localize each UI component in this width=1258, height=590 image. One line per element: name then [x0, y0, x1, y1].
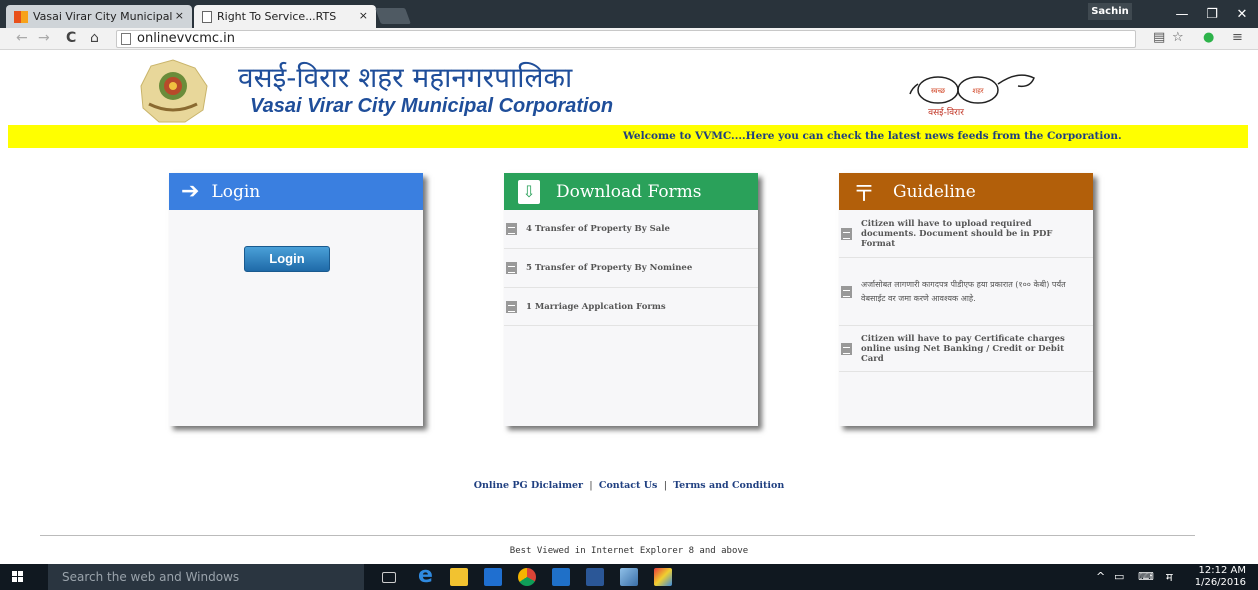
- guideline-text: अर्जासोबत लागणारी कागदपत्र पीडीएफ हया प्…: [861, 279, 1066, 303]
- page-icon: [202, 10, 212, 23]
- document-icon: [841, 285, 852, 298]
- show-hidden-icons-icon[interactable]: ^: [1096, 570, 1105, 583]
- input-language-indicator[interactable]: म: [1166, 570, 1173, 585]
- swachh-bharat-glasses-logo: स्वच्छ शहर वसई-विरार: [909, 74, 1035, 118]
- download-panel-title: Download Forms: [556, 181, 702, 202]
- form-link[interactable]: 5 Transfer of Property By Nominee: [504, 249, 758, 288]
- close-window-button[interactable]: ✕: [1228, 7, 1256, 22]
- footer-separator: |: [663, 480, 667, 491]
- tab-label: Vasai Virar City Municipal: [33, 10, 173, 23]
- chrome-icon[interactable]: [518, 568, 536, 586]
- document-icon: [506, 262, 517, 274]
- swachh-caption: वसई-विरार: [928, 106, 964, 118]
- favicon-icon: [14, 10, 28, 23]
- form-link-text[interactable]: 4 Transfer of Property By Sale: [526, 224, 670, 234]
- app-icon[interactable]: [620, 568, 638, 586]
- address-toolbar: ← → C ⌂ onlinevvcmc.in ▤ ☆ ● ≡: [0, 28, 1258, 50]
- document-icon: [506, 300, 517, 313]
- footer-separator: |: [589, 480, 593, 491]
- news-ticker: Welcome to VVMC....Here you can check th…: [8, 125, 1248, 148]
- url-text: onlinevvcmc.in: [137, 31, 235, 46]
- new-tab-button[interactable]: [375, 8, 411, 24]
- tab-right-to-service[interactable]: Right To Service...RTS ×: [194, 5, 376, 28]
- translate-icon[interactable]: ▤: [1153, 30, 1165, 45]
- browser-tab-bar: Vasai Virar City Municipal × Right To Se…: [0, 0, 1258, 28]
- outlook-icon[interactable]: [552, 568, 570, 586]
- restore-button[interactable]: ❐: [1198, 7, 1226, 22]
- word-icon[interactable]: [586, 568, 604, 586]
- guideline-panel-header: 〒 Guideline: [839, 173, 1093, 210]
- sign-in-icon: ➔: [181, 179, 200, 204]
- vvmc-seal-logo: [140, 59, 208, 123]
- forward-icon[interactable]: →: [38, 30, 50, 46]
- download-forms-panel: ⇩ Download Forms 4 Transfer of Property …: [504, 173, 758, 426]
- close-tab-icon[interactable]: ×: [359, 9, 368, 22]
- clock-date: 1/26/2016: [1194, 577, 1246, 588]
- media-player-icon[interactable]: [484, 568, 502, 586]
- guideline-panel-title: Guideline: [893, 181, 976, 202]
- page-icon: [121, 33, 131, 45]
- windows-start-icon[interactable]: [12, 571, 24, 583]
- paint-icon[interactable]: [654, 568, 672, 586]
- guideline-item: Citizen will have to upload required doc…: [839, 210, 1093, 258]
- tab-vvmc[interactable]: Vasai Virar City Municipal ×: [6, 5, 192, 28]
- terms-link[interactable]: Terms and Condition: [673, 480, 784, 491]
- corporation-title-english: Vasai Virar City Municipal Corporation: [250, 95, 614, 117]
- swachh-right-text: शहर: [972, 87, 983, 95]
- bookmark-star-icon[interactable]: ☆: [1172, 30, 1184, 45]
- close-tab-icon[interactable]: ×: [175, 9, 184, 22]
- footer-links: Online PG Diclaimer | Contact Us | Terms…: [0, 480, 1258, 491]
- edge-browser-icon[interactable]: e: [418, 565, 436, 587]
- corporation-title-marathi: वसई-विरार शहर महानगरपालिका: [238, 61, 573, 94]
- news-ticker-text: Welcome to VVMC....Here you can check th…: [623, 130, 1122, 142]
- windows-taskbar: Search the web and Windows e ^ ▭ ⌨ म 12:…: [0, 564, 1258, 590]
- download-panel-header: ⇩ Download Forms: [504, 173, 758, 210]
- login-panel: ➔ Login Login: [169, 173, 423, 426]
- back-icon[interactable]: ←: [16, 30, 28, 46]
- signpost-icon: 〒: [853, 181, 876, 207]
- reload-icon[interactable]: C: [66, 30, 76, 46]
- taskbar-clock[interactable]: 12:12 AM 1/26/2016: [1190, 565, 1246, 589]
- notifications-icon[interactable]: ▭: [1114, 570, 1124, 583]
- footer-divider: [40, 535, 1195, 536]
- guideline-text: Citizen will have to pay Certificate cha…: [861, 333, 1065, 364]
- document-icon: [841, 227, 852, 240]
- pg-disclaimer-link[interactable]: Online PG Diclaimer: [474, 480, 583, 491]
- home-icon[interactable]: ⌂: [90, 30, 99, 46]
- minimize-button[interactable]: —: [1168, 7, 1196, 22]
- tab-label: Right To Service...RTS: [217, 10, 337, 23]
- url-input[interactable]: onlinevvcmc.in: [116, 30, 1136, 48]
- document-icon: [506, 223, 517, 235]
- form-link[interactable]: 4 Transfer of Property By Sale: [504, 210, 758, 249]
- contact-us-link[interactable]: Contact Us: [599, 480, 657, 491]
- keyboard-icon[interactable]: ⌨: [1138, 570, 1154, 583]
- form-link-text[interactable]: 1 Marriage Applcation Forms: [526, 302, 666, 312]
- best-viewed-note: Best Viewed in Internet Explorer 8 and a…: [509, 546, 749, 556]
- document-icon: [841, 342, 852, 355]
- file-explorer-icon[interactable]: [450, 568, 468, 586]
- extension-icon[interactable]: ●: [1203, 30, 1214, 45]
- login-panel-title: Login: [211, 181, 261, 202]
- login-panel-header: ➔ Login: [169, 173, 423, 210]
- download-file-icon: ⇩: [518, 179, 540, 204]
- guideline-panel: 〒 Guideline Citizen will have to upload …: [839, 173, 1093, 426]
- login-button[interactable]: Login: [244, 246, 330, 272]
- guideline-item: अर्जासोबत लागणारी कागदपत्र पीडीएफ हया प्…: [839, 258, 1093, 326]
- swachh-left-text: स्वच्छ: [931, 87, 946, 95]
- menu-icon[interactable]: ≡: [1232, 30, 1243, 45]
- form-link[interactable]: 1 Marriage Applcation Forms: [504, 288, 758, 326]
- task-view-icon[interactable]: [382, 572, 396, 583]
- profile-button[interactable]: Sachin: [1088, 3, 1132, 20]
- taskbar-search-input[interactable]: Search the web and Windows: [48, 564, 364, 590]
- form-link-text[interactable]: 5 Transfer of Property By Nominee: [526, 263, 692, 273]
- clock-time: 12:12 AM: [1198, 565, 1246, 576]
- guideline-text: Citizen will have to upload required doc…: [861, 218, 1053, 249]
- guideline-item: Citizen will have to pay Certificate cha…: [839, 326, 1093, 372]
